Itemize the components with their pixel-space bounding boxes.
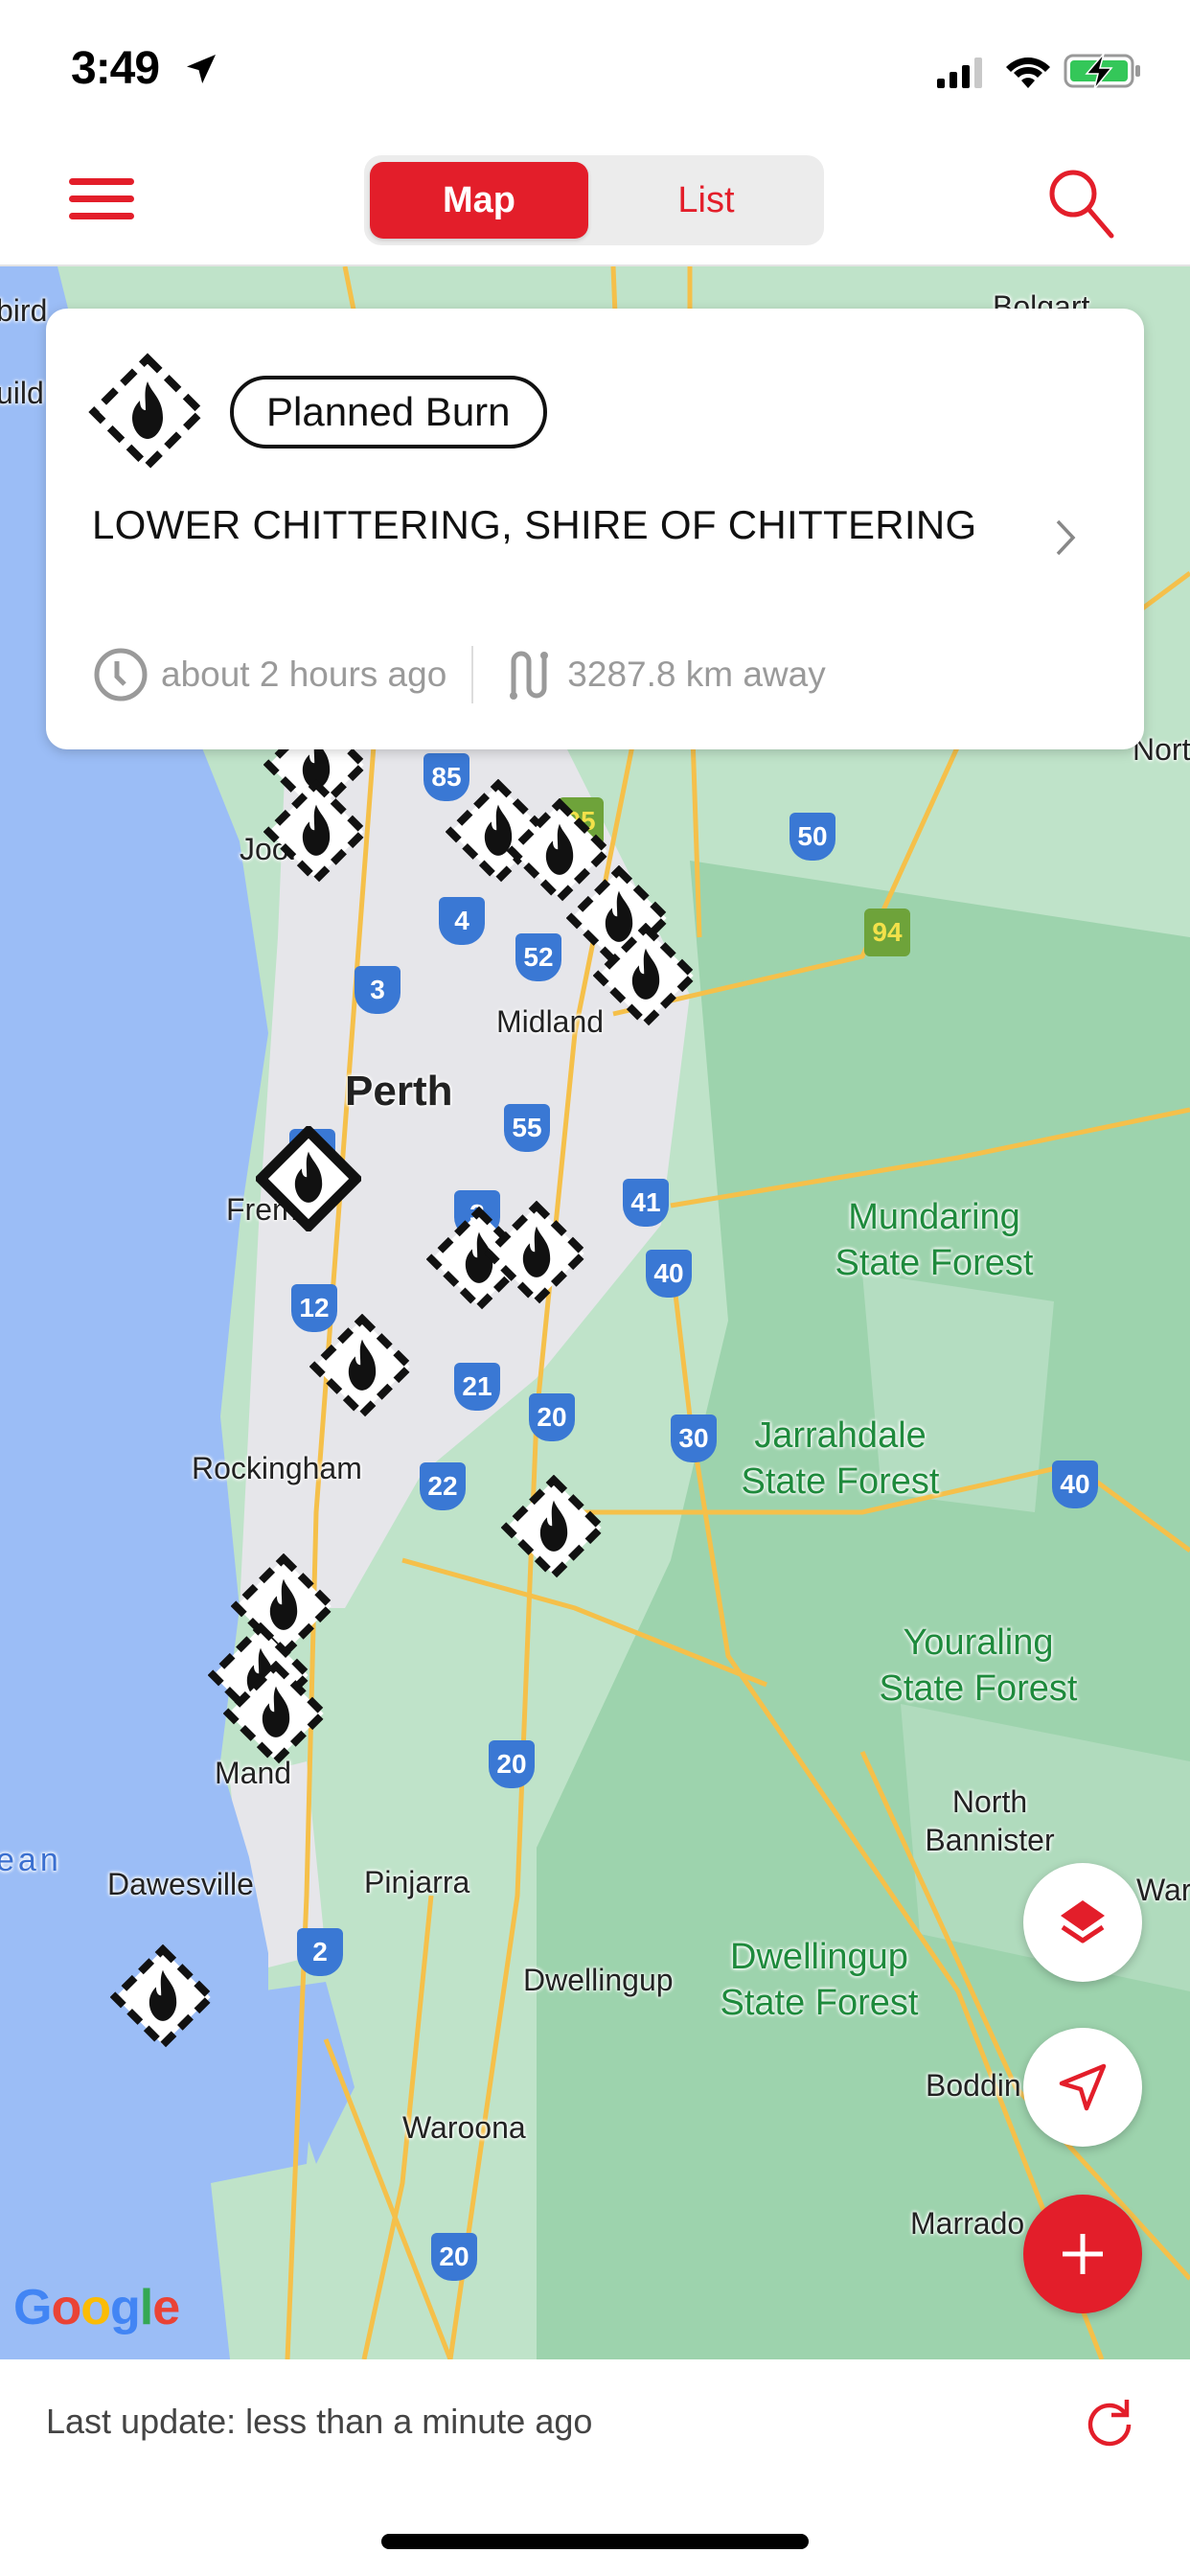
- route-shield: 40: [1052, 1460, 1098, 1508]
- status-bar: 3:49: [0, 0, 1190, 134]
- bushfire-marker[interactable]: [256, 1126, 361, 1231]
- place-label-perth: Perth: [345, 1068, 453, 1115]
- incident-card[interactable]: Planned Burn LOWER CHITTERING, SHIRE OF …: [46, 309, 1144, 749]
- cellular-signal-icon: [937, 58, 982, 88]
- incident-time: about 2 hours ago: [161, 655, 447, 694]
- route-shield: 21: [454, 1363, 500, 1411]
- status-time: 3:49: [71, 43, 160, 94]
- battery-charging-icon: [1064, 53, 1140, 90]
- layers-button[interactable]: [1023, 1863, 1142, 1982]
- route-shield: 3: [355, 966, 400, 1014]
- planned-burn-icon: [88, 353, 207, 472]
- route-shield: 30: [671, 1414, 717, 1462]
- locate-me-button[interactable]: [1023, 2028, 1142, 2147]
- forest-label: Mundaring State Forest: [835, 1197, 1034, 1283]
- route-shield: 2: [297, 1928, 343, 1976]
- forest-label: Jarrahdale State Forest: [741, 1415, 940, 1502]
- route-shield: 20: [529, 1393, 575, 1441]
- route-shield: 50: [790, 813, 835, 861]
- refresh-icon[interactable]: [1083, 2394, 1136, 2451]
- wifi-icon: [1006, 58, 1050, 88]
- top-navigation-bar: Map List: [0, 134, 1190, 266]
- place-label: bird: [0, 293, 48, 328]
- place-label: Dwellingup: [523, 1963, 674, 1997]
- place-label: War: [1136, 1873, 1190, 1907]
- planned-burn-marker[interactable]: [484, 1201, 589, 1306]
- google-logo: Google: [13, 2280, 180, 2335]
- place-label: Rockingham: [192, 1451, 362, 1485]
- search-icon[interactable]: [1042, 163, 1119, 240]
- tab-list[interactable]: List: [594, 162, 818, 239]
- planned-burn-marker[interactable]: [110, 1944, 216, 2050]
- tab-map[interactable]: Map: [370, 162, 588, 239]
- planned-burn-marker[interactable]: [223, 1661, 329, 1766]
- plus-icon: [1063, 2234, 1103, 2274]
- ocean-label: ean: [0, 1842, 62, 1878]
- route-shield: 20: [489, 1740, 535, 1788]
- route-shield: 41: [623, 1179, 669, 1227]
- hamburger-menu-icon[interactable]: [59, 172, 140, 226]
- place-label: Midland: [496, 1004, 605, 1039]
- home-indicator: [381, 2534, 809, 2549]
- place-label: Boddin: [926, 2068, 1021, 2103]
- forest-label: Youraling State Forest: [879, 1622, 1078, 1709]
- place-label: Dawesville: [107, 1867, 254, 1901]
- incident-title: LOWER CHITTERING, SHIRE OF CHITTERING: [92, 502, 977, 547]
- navigation-arrow-icon: [1059, 2063, 1107, 2111]
- incident-type-badge: Planned Burn: [230, 376, 547, 448]
- planned-burn-marker[interactable]: [593, 923, 698, 1028]
- last-update-text: Last update: less than a minute ago: [46, 2402, 593, 2441]
- place-label: Marrado: [910, 2206, 1025, 2241]
- planned-burn-marker[interactable]: [501, 1475, 606, 1580]
- layers-icon: [1061, 1900, 1105, 1944]
- incident-meta: about 2 hours ago 3287.8 km away: [92, 646, 826, 703]
- route-shield: 94: [864, 908, 910, 956]
- route-shield: 55: [504, 1104, 550, 1152]
- route-shield: 4: [439, 897, 485, 945]
- route-shield: 52: [515, 933, 561, 981]
- location-arrow-icon: [187, 55, 216, 83]
- route-shield: 20: [431, 2233, 477, 2281]
- place-label: uild: [0, 376, 44, 410]
- clock-icon: [94, 648, 148, 702]
- forest-label: Dwellingup State Forest: [720, 1937, 919, 2023]
- place-label: North Bannister: [925, 1784, 1055, 1857]
- place-label: Pinjarra: [364, 1865, 470, 1899]
- chevron-right-icon[interactable]: [1052, 514, 1081, 562]
- route-shield: 22: [420, 1462, 466, 1510]
- planned-burn-marker[interactable]: [309, 1314, 415, 1419]
- divider: [471, 646, 474, 703]
- route-shield: 40: [646, 1250, 692, 1298]
- route-icon: [510, 651, 549, 700]
- incident-distance: 3287.8 km away: [567, 655, 826, 694]
- add-report-button[interactable]: [1023, 2195, 1142, 2313]
- view-toggle: Map List: [364, 155, 824, 245]
- planned-burn-marker[interactable]: [263, 779, 369, 885]
- place-label: Waroona: [402, 2110, 526, 2145]
